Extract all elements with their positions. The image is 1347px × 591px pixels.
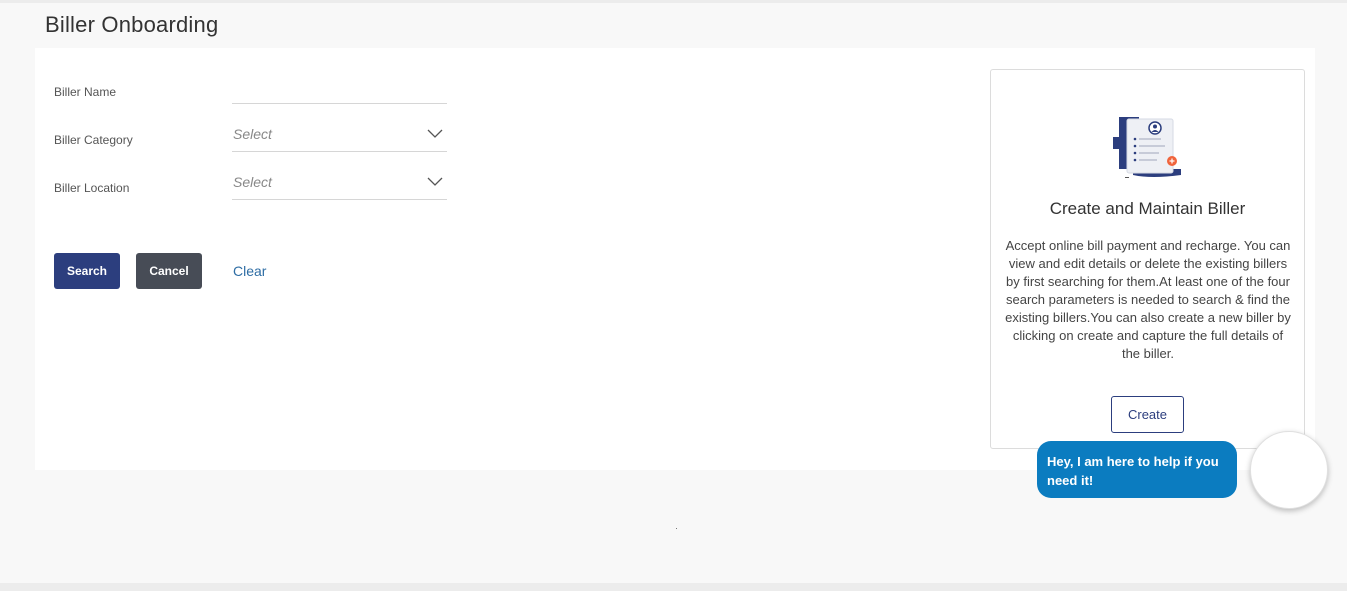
biller-name-label: Biller Name (54, 85, 117, 99)
page-title: Biller Onboarding (45, 12, 219, 37)
biller-location-label: Biller Location (54, 181, 130, 195)
chevron-down-icon (427, 177, 443, 186)
chat-assistant-avatar[interactable] (1250, 431, 1328, 509)
bottom-band (0, 583, 1347, 591)
biller-category-select[interactable]: Select (232, 118, 447, 152)
chevron-down-icon (427, 129, 443, 138)
biller-location-value: Select (233, 174, 272, 190)
top-border (0, 0, 1347, 3)
search-button[interactable]: Search (54, 253, 120, 289)
info-card-description: Accept online bill payment and recharge.… (1005, 238, 1291, 361)
create-biller-card: Create and Maintain Biller Accept online… (990, 69, 1305, 449)
clear-link[interactable]: Clear (233, 263, 266, 279)
info-card-title: Create and Maintain Biller (1049, 199, 1246, 218)
divider-dot (676, 528, 677, 529)
create-button[interactable]: Create (1111, 396, 1184, 433)
biller-category-value: Select (233, 126, 272, 142)
cancel-button[interactable]: Cancel (136, 253, 202, 289)
biller-location-select[interactable]: Select (232, 166, 447, 200)
chat-message-bubble[interactable]: Hey, I am here to help if you need it! (1037, 441, 1237, 498)
biller-category-label: Biller Category (54, 133, 133, 147)
biller-name-input[interactable] (232, 74, 447, 104)
biller-document-icon (1113, 117, 1181, 178)
